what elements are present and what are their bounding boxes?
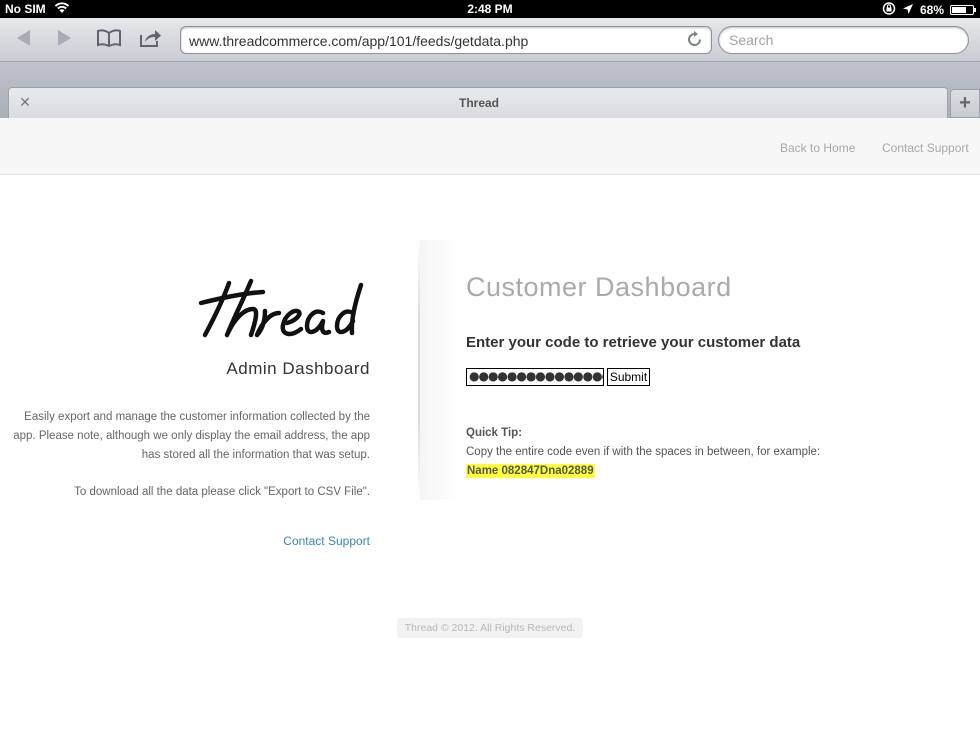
battery-percent: 68% [919, 3, 944, 17]
footer-copyright: Thread © 2012. All Rights Reserved. [397, 618, 583, 638]
tab-thread[interactable]: ✕ Thread [8, 87, 948, 118]
forward-arrow-icon[interactable] [52, 28, 78, 52]
tab-title: Thread [458, 96, 499, 110]
quick-tip-heading: Quick Tip: [466, 427, 523, 439]
rotation-lock-icon [882, 2, 896, 18]
admin-dashboard-title: Admin Dashboard [226, 359, 370, 378]
quick-tip-text: Copy the entire code even if with the sp… [466, 446, 821, 458]
bookmarks-icon[interactable] [96, 28, 122, 52]
code-input[interactable]: ●●●●●●●●●●●●●●●●●●● [466, 368, 604, 386]
reload-icon[interactable] [685, 30, 705, 50]
url-text: www.threadcommerce.com/app/101/feeds/get… [189, 33, 529, 49]
divider-shadow [420, 240, 460, 500]
address-bar[interactable]: www.threadcommerce.com/app/101/feeds/get… [180, 26, 712, 54]
back-to-home-link[interactable]: Back to Home [780, 141, 855, 155]
thread-logo [198, 278, 364, 338]
customer-dashboard-title: Customer Dashboard [466, 272, 732, 302]
submit-button[interactable]: Submit [607, 368, 650, 386]
code-prompt: Enter your code to retrieve your custome… [466, 334, 801, 351]
quick-tip-example: Name 082847Dna02889 [466, 464, 595, 478]
site-header: Back to Home Contact Support [0, 118, 980, 175]
back-arrow-icon[interactable] [10, 28, 36, 52]
dashboard-description: Easily export and manage the customer in… [13, 411, 370, 461]
battery-icon [950, 5, 976, 15]
contact-support-link[interactable]: Contact Support [170, 534, 370, 548]
clock-time: 2:48 PM [467, 2, 513, 16]
location-arrow-icon [902, 3, 914, 18]
status-bar: No SIM 2:48 PM 68% [0, 0, 980, 18]
search-input[interactable] [718, 26, 969, 54]
add-tab-icon[interactable]: + [950, 89, 980, 118]
share-icon[interactable] [138, 28, 164, 52]
browser-toolbar: www.threadcommerce.com/app/101/feeds/get… [0, 18, 980, 62]
header-contact-support-link[interactable]: Contact Support [882, 141, 969, 155]
tab-bar: ✕ Thread + [0, 62, 980, 118]
download-note: To download all the data please click "E… [74, 486, 370, 498]
